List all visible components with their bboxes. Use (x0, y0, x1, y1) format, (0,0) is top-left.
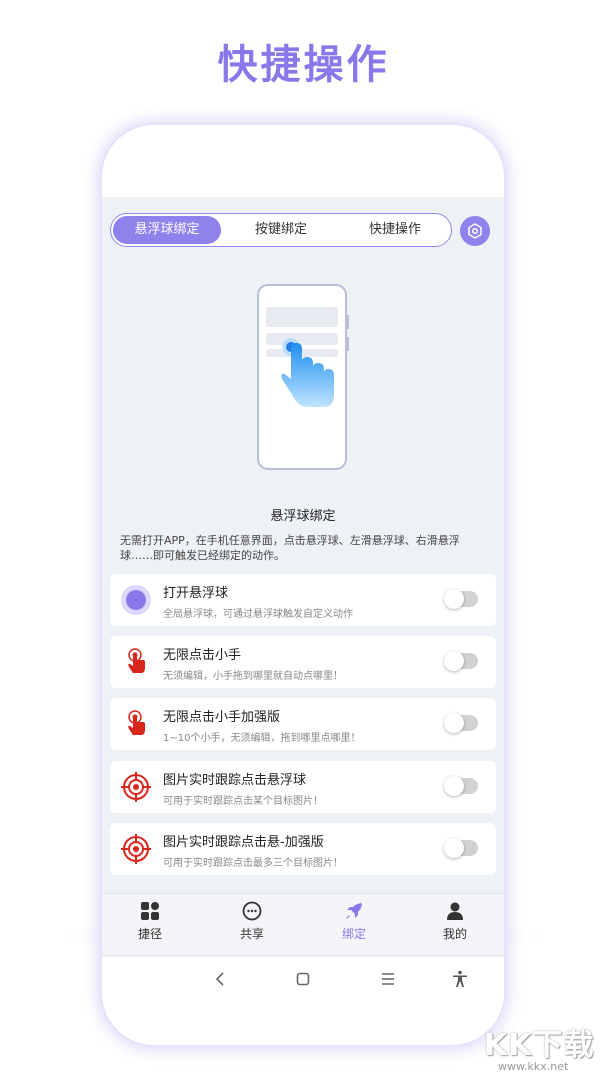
feature-subtitle: 无须编辑，小手拖到哪里就自动点哪里！ (163, 671, 343, 682)
tab-share[interactable]: 共享 (212, 900, 292, 942)
toggle-knob (444, 713, 464, 733)
tab-mine[interactable]: 我的 (415, 900, 495, 942)
feature-subtitle: 全局悬浮球，可通过悬浮球触发自定义动作 (163, 609, 353, 620)
feature-subtitle: 可用于实时跟踪点击某个目标图片！ (163, 796, 323, 807)
section-description: 无需打开APP，在手机任意界面，点击悬浮球、左滑悬浮球、右滑悬浮球……即可触发已… (120, 534, 460, 562)
system-nav-bar (102, 957, 504, 1001)
chat-bubble-icon (242, 901, 262, 921)
tab-label: 我的 (442, 927, 467, 941)
grid-icon (141, 902, 159, 920)
tab-quick-action[interactable]: 快捷操作 (341, 216, 449, 244)
section-title: 悬浮球绑定 (270, 509, 336, 524)
feature-toggle[interactable] (444, 838, 478, 858)
feature-card-tap-hand[interactable]: 无限点击小手 无须编辑，小手拖到哪里就自动点哪里！ (110, 636, 496, 688)
watermark-url: www.kkx.net (498, 1060, 569, 1073)
tab-key-binding[interactable]: 按键绑定 (227, 216, 335, 244)
target-icon (121, 834, 151, 864)
feature-card-image-tracking-plus[interactable]: 图片实时跟踪点击悬-加强版 可用于实时跟踪点击最多三个目标图片！ (110, 823, 496, 875)
tab-label: 共享 (239, 927, 264, 941)
bottom-tab-bar: 捷径 共享 绑定 我的 (102, 893, 504, 954)
feature-toggle[interactable] (444, 713, 478, 733)
feature-title: 图片实时跟踪点击悬浮球 (163, 773, 307, 788)
toggle-knob (444, 838, 464, 858)
feature-subtitle: 可用于实时跟踪点击最多三个目标图片！ (163, 858, 343, 869)
phone-tap-illustration-icon (257, 284, 349, 470)
back-icon[interactable] (210, 969, 230, 989)
target-icon (121, 772, 151, 802)
feature-title: 无限点击小手加强版 (163, 710, 281, 725)
hexagon-settings-icon (468, 223, 482, 239)
tap-hand-icon (128, 710, 145, 735)
tab-binding[interactable]: 绑定 (314, 900, 394, 942)
feature-card-tap-hand-plus[interactable]: 无限点击小手加强版 1~10个小手，无须编辑，拖到哪里点哪里！ (110, 698, 496, 750)
accessibility-icon[interactable] (450, 969, 470, 989)
feature-title: 图片实时跟踪点击悬-加强版 (163, 835, 324, 850)
feature-toggle[interactable] (444, 776, 478, 796)
phone-frame: 悬浮球绑定 按键绑定 快捷操作 悬浮球绑定 无需打开APP，在手机任意界面，点击… (102, 125, 504, 1045)
tab-label: 捷径 (137, 927, 162, 941)
feature-card-open-floating-ball[interactable]: 打开悬浮球 全局悬浮球，可通过悬浮球触发自定义动作 (110, 574, 496, 626)
app-screen: 悬浮球绑定 按键绑定 快捷操作 悬浮球绑定 无需打开APP，在手机任意界面，点击… (102, 197, 504, 957)
menu-icon[interactable] (378, 969, 398, 989)
rocket-icon (346, 903, 362, 919)
watermark-brand: KK下载 (484, 1028, 595, 1063)
page-headline: 快捷操作 (217, 42, 390, 88)
person-icon (447, 902, 463, 920)
toggle-knob (444, 651, 464, 671)
tab-shortcuts[interactable]: 捷径 (110, 900, 190, 942)
feature-card-image-tracking[interactable]: 图片实时跟踪点击悬浮球 可用于实时跟踪点击某个目标图片！ (110, 761, 496, 813)
feature-title: 打开悬浮球 (163, 586, 229, 601)
feature-subtitle: 1~10个小手，无须编辑，拖到哪里点哪里！ (163, 733, 361, 744)
home-icon[interactable] (293, 969, 313, 989)
feature-title: 无限点击小手 (163, 648, 242, 663)
toggle-knob (444, 776, 464, 796)
toggle-knob (444, 589, 464, 609)
tab-label: 绑定 (341, 927, 366, 941)
feature-toggle[interactable] (444, 651, 478, 671)
settings-button[interactable] (460, 216, 490, 246)
tab-floating-ball-binding[interactable]: 悬浮球绑定 (113, 216, 221, 244)
tap-hand-icon (128, 648, 145, 673)
floating-ball-icon (121, 585, 151, 615)
feature-toggle[interactable] (444, 589, 478, 609)
mode-segmented-control: 悬浮球绑定 按键绑定 快捷操作 (110, 213, 452, 247)
watermark: KK下载 www.kkx.net (478, 1020, 603, 1076)
